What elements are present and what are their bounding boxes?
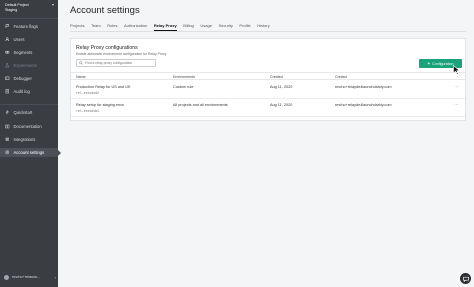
- config-created: Aug 11, 2020: [270, 85, 293, 89]
- tab-team[interactable]: Team: [91, 20, 101, 31]
- add-configuration-label: Configuration: [432, 61, 454, 66]
- tab-relay-proxy[interactable]: Relay Proxy: [153, 20, 177, 31]
- search-input[interactable]: [85, 61, 155, 65]
- sidebar-item-label: Segments: [13, 50, 33, 55]
- tab-usage[interactable]: Usage: [200, 20, 212, 31]
- help-icon: [462, 276, 469, 282]
- tab-billing[interactable]: Billing: [183, 20, 194, 31]
- experiments-icon: [5, 63, 10, 68]
- sidebar: Default Project Staging ▾ Feature flags …: [0, 0, 61, 287]
- config-created: Aug 11, 2020: [270, 103, 293, 107]
- sidebar-divider: [0, 104, 58, 105]
- avatar: [4, 274, 9, 280]
- sidebar-item-documentation[interactable]: Documentation: [0, 122, 58, 131]
- sidebar-item-feature-flags[interactable]: Feature flags: [0, 22, 58, 31]
- config-environments: All projects and all environments: [173, 103, 228, 107]
- tab-security[interactable]: Security: [218, 20, 232, 31]
- config-id: rel-exxxdsb1: [76, 109, 99, 113]
- relay-proxy-panel: Relay Proxy configurations Enable automa…: [70, 38, 466, 121]
- sidebar-item-audit-log[interactable]: Audit log: [0, 87, 58, 96]
- project-name: Default Project: [5, 3, 29, 7]
- config-creator: rmcho+relayde4launchdarkly.com: [335, 103, 392, 107]
- tab-projects[interactable]: Projects: [70, 20, 84, 31]
- user-menu[interactable]: rmcho+relaudc... ›: [4, 272, 56, 282]
- more-icon[interactable]: ···: [454, 102, 459, 107]
- column-header-creator: Creator: [335, 75, 347, 79]
- panel-description: Enable automatic environment configurati…: [76, 52, 167, 56]
- settings-tabs: Projects Team Roles Authorization Relay …: [70, 20, 276, 31]
- sidebar-item-label: Feature flags: [13, 24, 38, 29]
- users-icon: [5, 37, 10, 42]
- plus-icon: +: [427, 61, 431, 66]
- chevron-down-icon: ▾: [51, 2, 54, 7]
- table-row[interactable]: Relay setup for staging envs rel-exxxdsb…: [71, 99, 465, 117]
- table-row[interactable]: Production Relay for US and UK rel-exxxd…: [71, 81, 465, 99]
- search-field[interactable]: [76, 59, 156, 67]
- audit-log-icon: [5, 89, 10, 94]
- user-email: rmcho+relaudc...: [12, 275, 41, 279]
- column-header-created: Created: [270, 75, 283, 79]
- more-icon[interactable]: ···: [454, 84, 459, 89]
- config-creator: rmcho+relayde4launchdarkly.com: [335, 85, 392, 89]
- sidebar-item-quickstart[interactable]: Quickstart: [0, 108, 58, 117]
- tab-profile[interactable]: Profile: [239, 20, 250, 31]
- sidebar-item-label: Experiments: [13, 63, 37, 68]
- config-id: rel-exxxdsd2: [76, 91, 99, 95]
- tab-roles[interactable]: Roles: [107, 20, 117, 31]
- page-title: Account settings: [70, 5, 140, 16]
- search-icon: [79, 61, 83, 65]
- sidebar-item-label: Integrations: [13, 137, 36, 142]
- quickstart-icon: [5, 110, 10, 115]
- tab-authorization[interactable]: Authorization: [124, 20, 147, 31]
- table-header: Name Environments Created Creator: [71, 72, 465, 80]
- flag-icon: [5, 24, 10, 29]
- tabs-divider: [70, 31, 466, 32]
- sidebar-item-label: Debugger: [13, 76, 32, 81]
- sidebar-divider: [0, 18, 58, 19]
- column-header-environments: Environments: [173, 75, 195, 79]
- help-button[interactable]: [460, 273, 471, 284]
- segments-icon: [5, 50, 10, 55]
- sidebar-item-label: Users: [13, 37, 25, 42]
- sidebar-item-label: Account settings: [13, 150, 45, 155]
- environment-name: Staging: [5, 7, 18, 12]
- integrations-icon: [5, 137, 10, 142]
- chevron-right-icon: ›: [54, 274, 56, 280]
- sidebar-item-label: Documentation: [13, 124, 42, 129]
- settings-icon: [5, 150, 10, 155]
- column-header-name: Name: [76, 75, 86, 79]
- config-environments: Custom rule: [173, 85, 194, 89]
- config-name[interactable]: Relay setup for staging envs: [76, 103, 124, 107]
- sidebar-item-account-settings[interactable]: Account settings: [0, 148, 61, 157]
- tab-history[interactable]: History: [257, 20, 269, 31]
- panel-title: Relay Proxy configurations: [76, 45, 138, 51]
- debugger-icon: [5, 76, 10, 81]
- config-name[interactable]: Production Relay for US and UK: [76, 85, 130, 89]
- project-switcher[interactable]: Default Project Staging ▾: [0, 0, 58, 18]
- sidebar-item-experiments[interactable]: Experiments: [0, 61, 58, 70]
- sidebar-item-label: Quickstart: [13, 110, 33, 115]
- documentation-icon: [5, 124, 10, 129]
- sidebar-item-label: Audit log: [13, 89, 30, 94]
- sidebar-item-segments[interactable]: Segments: [0, 48, 58, 57]
- sidebar-item-integrations[interactable]: Integrations: [0, 135, 58, 144]
- sidebar-item-users[interactable]: Users: [0, 35, 58, 44]
- sidebar-item-debugger[interactable]: Debugger: [0, 74, 58, 83]
